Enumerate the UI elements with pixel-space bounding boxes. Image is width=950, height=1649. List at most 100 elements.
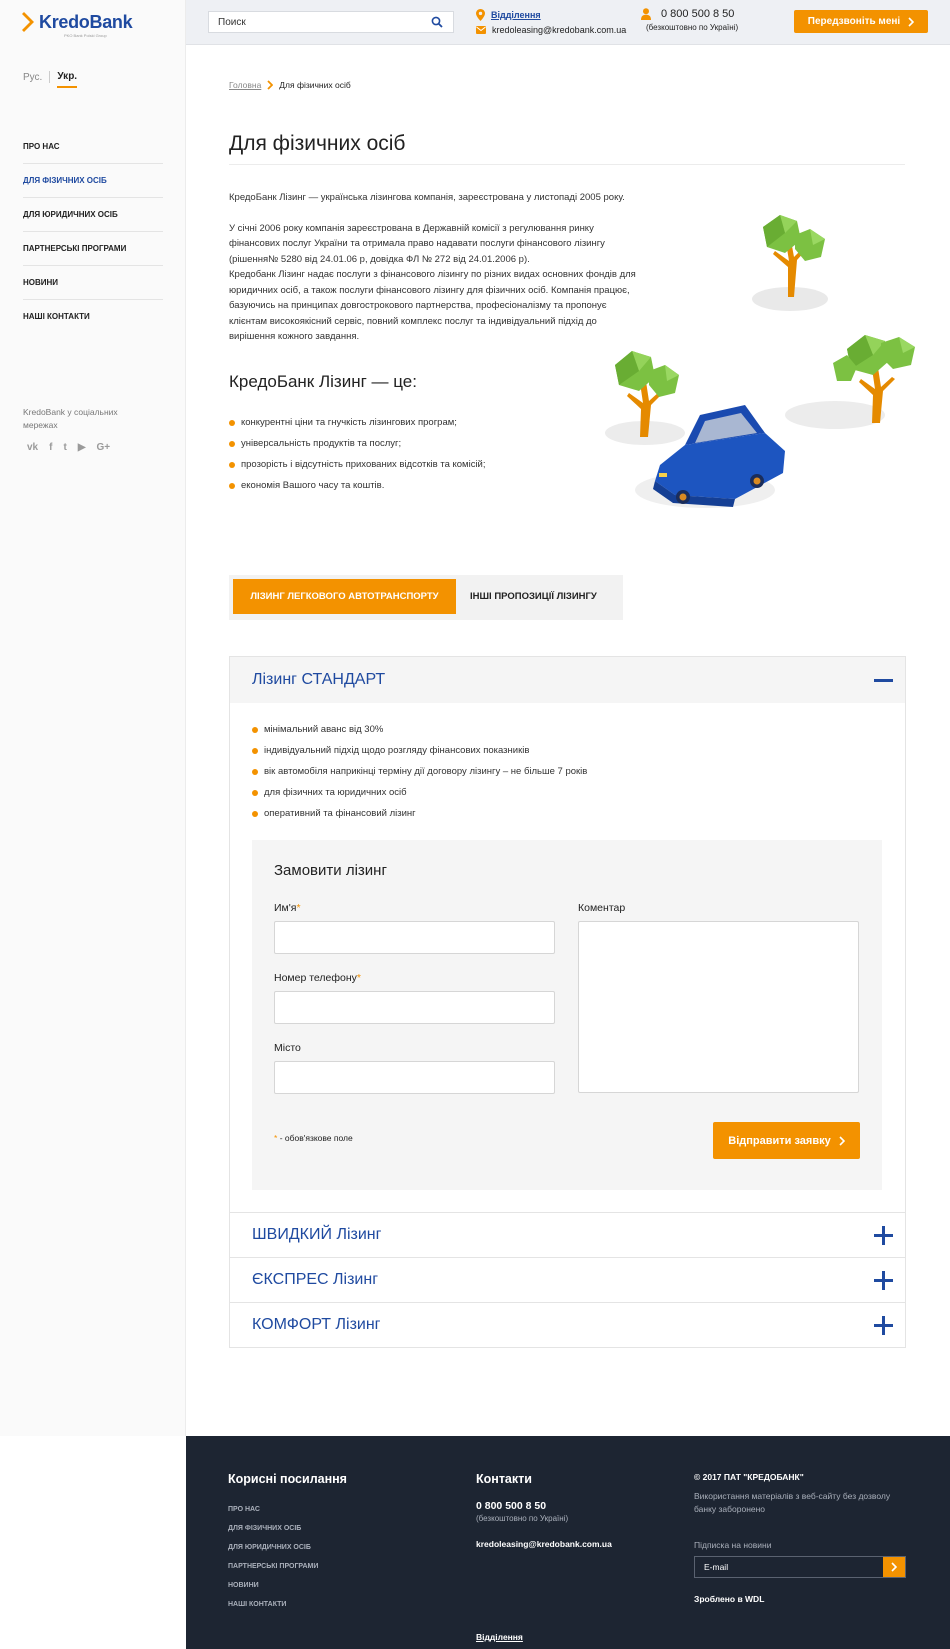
language-switcher: Рус. Укр.	[23, 66, 78, 88]
vk-icon[interactable]: vk	[27, 442, 38, 453]
footer-branches-link[interactable]: Відділення	[476, 1632, 523, 1642]
name-field[interactable]	[274, 921, 555, 954]
benefit-text: економія Вашого часу та коштів.	[241, 480, 385, 491]
accordion-header-fast[interactable]: ШВИДКИЙ Лізинг	[230, 1212, 905, 1257]
expand-icon[interactable]	[874, 1226, 893, 1245]
footer-link[interactable]: ПАРТНЕРСЬКІ ПРОГРАМИ	[228, 1557, 347, 1576]
list-item: оперативний та фінансовий лізинг	[252, 803, 883, 824]
bullet-icon	[252, 789, 258, 796]
bullet-icon	[252, 747, 258, 754]
header-phone-note: (безкоштовно по Україні)	[646, 23, 739, 32]
accordion-header-express[interactable]: ЄКСПРЕС Лізинг	[230, 1257, 905, 1302]
comment-label: Коментар	[578, 902, 626, 914]
social-links: vk f t ▶ G+	[27, 442, 110, 453]
subscribe-email-input[interactable]	[695, 1557, 883, 1577]
intro-paragraph-3: Кредобанк Лізинг надає послуги з фінансо…	[229, 269, 636, 342]
subscribe-label: Підписка на новини	[694, 1540, 772, 1550]
search-box	[208, 11, 454, 33]
footer-links: Корисні посилання ПРО НАС ДЛЯ ФІЗИЧНИХ О…	[228, 1472, 347, 1614]
subscribe-submit-button[interactable]	[883, 1557, 905, 1577]
submit-button[interactable]: Відправити заявку	[713, 1122, 860, 1159]
header-email[interactable]: kredoleasing@kredobank.com.ua	[492, 25, 626, 35]
facebook-icon[interactable]: f	[49, 442, 52, 453]
leasing-accordion: Лізинг СТАНДАРТ мінімальний аванс від 30…	[229, 656, 906, 1348]
expand-icon[interactable]	[874, 1316, 893, 1335]
breadcrumb: Головна Для фізичних осіб	[229, 80, 351, 90]
benefit-text: прозорість і відсутність прихованих відс…	[241, 459, 486, 470]
lang-uk[interactable]: Укр.	[57, 71, 78, 88]
collapse-icon[interactable]	[874, 679, 893, 682]
sidebar-item-news[interactable]: НОВИНИ	[23, 266, 163, 300]
sidebar-item-legal-entities[interactable]: ДЛЯ ЮРИДИЧНИХ ОСІБ	[23, 198, 163, 232]
list-item: економія Вашого часу та коштів.	[229, 475, 486, 496]
social-caption: KredoBank у соціальних мережах	[23, 407, 118, 430]
phone-label: Номер телефону*	[274, 972, 361, 984]
header-contacts: Відділення kredoleasing@kredobank.com.ua	[476, 7, 626, 37]
benefit-text: конкурентні ціни та гнучкість лізингових…	[241, 417, 457, 428]
sidebar: KredoBank PKO Bank Polski Group Рус. Укр…	[0, 0, 186, 1436]
callback-button[interactable]: Передзвоніть мені	[794, 10, 928, 33]
subscribe-form	[694, 1556, 906, 1578]
footer-phone[interactable]: 0 800 500 8 50	[476, 1500, 612, 1512]
footer-phone-note: (безкоштовно по Україні)	[476, 1514, 569, 1523]
list-item: мінімальний аванс від 30%	[252, 719, 883, 740]
footer-contacts-title: Контакти	[476, 1472, 532, 1486]
twitter-icon[interactable]: t	[63, 442, 66, 453]
chevron-right-icon	[267, 80, 274, 90]
sidebar-item-partner-programs[interactable]: ПАРТНЕРСЬКІ ПРОГРАМИ	[23, 232, 163, 266]
comment-textarea[interactable]	[578, 921, 859, 1093]
sidebar-nav: ПРО НАС ДЛЯ ФІЗИЧНИХ ОСІБ ДЛЯ ЮРИДИЧНИХ …	[23, 130, 163, 334]
top-header: Відділення kredoleasing@kredobank.com.ua…	[186, 0, 950, 45]
name-label: Им'я*	[274, 902, 301, 914]
footer-link[interactable]: ПРО НАС	[228, 1500, 347, 1519]
kredobank-logo[interactable]: KredoBank PKO Bank Polski Group	[22, 12, 133, 38]
submit-label: Відправити заявку	[728, 1134, 831, 1147]
branches-link[interactable]: Відділення	[491, 10, 541, 20]
location-pin-icon	[476, 8, 485, 21]
required-note-text: - обов'язкове поле	[279, 1133, 353, 1143]
bullet-icon	[229, 461, 235, 468]
sidebar-item-about[interactable]: ПРО НАС	[23, 130, 163, 164]
footer-email[interactable]: kredoleasing@kredobank.com.ua	[476, 1539, 612, 1549]
lang-divider	[49, 71, 51, 83]
phone-label-text: Номер телефону	[274, 972, 357, 984]
chevron-right-icon	[891, 1562, 897, 1572]
accordion-header-standard[interactable]: Лізинг СТАНДАРТ	[230, 657, 905, 703]
features-list: мінімальний аванс від 30% індивідуальний…	[252, 719, 883, 824]
header-phone[interactable]: 0 800 500 8 50	[661, 8, 738, 20]
feature-text: вік автомобіля наприкінці терміну дії до…	[264, 766, 588, 777]
sidebar-item-individuals[interactable]: ДЛЯ ФІЗИЧНИХ ОСІБ	[23, 164, 163, 198]
breadcrumb-home[interactable]: Головна	[229, 80, 261, 90]
leasing-order-form: Замовити лізинг Им'я* Номер телефону* Мі…	[252, 840, 882, 1190]
footer-link[interactable]: НАШІ КОНТАКТИ	[228, 1595, 347, 1614]
sidebar-item-contacts[interactable]: НАШІ КОНТАКТИ	[23, 300, 163, 334]
list-item: конкурентні ціни та гнучкість лізингових…	[229, 412, 486, 433]
benefits-heading: КредоБанк Лізинг — це:	[229, 372, 417, 391]
bullet-icon	[252, 810, 258, 817]
feature-text: індивідуальний підхід щодо розгляду фіна…	[264, 745, 530, 756]
footer-link[interactable]: ДЛЯ ФІЗИЧНИХ ОСІБ	[228, 1519, 347, 1538]
search-icon[interactable]	[431, 16, 443, 28]
phone-field[interactable]	[274, 991, 555, 1024]
usage-note: Використання матеріалів з веб-сайту без …	[694, 1491, 891, 1514]
accordion-title: ШВИДКИЙ Лізинг	[252, 1226, 382, 1243]
youtube-icon[interactable]: ▶	[78, 442, 86, 453]
breadcrumb-current: Для фізичних осіб	[279, 80, 351, 90]
search-input[interactable]	[209, 12, 419, 32]
footer: Корисні посилання ПРО НАС ДЛЯ ФІЗИЧНИХ О…	[186, 1436, 950, 1649]
city-field[interactable]	[274, 1061, 555, 1094]
footer-link[interactable]: ДЛЯ ЮРИДИЧНИХ ОСІБ	[228, 1538, 347, 1557]
accordion-header-comfort[interactable]: КОМФОРТ Лізинг	[230, 1302, 905, 1347]
footer-link[interactable]: НОВИНИ	[228, 1576, 347, 1595]
footer-contacts: Контакти 0 800 500 8 50 (безкоштовно по …	[476, 1472, 612, 1642]
name-label-text: Им'я	[274, 902, 297, 914]
tab-other-offers[interactable]: ІНШІ ПРОПОЗИЦІЇ ЛІЗИНГУ	[470, 579, 597, 614]
made-by[interactable]: Зроблено в WDL	[694, 1594, 914, 1604]
expand-icon[interactable]	[874, 1271, 893, 1290]
list-item: індивідуальний підхід щодо розгляду фіна…	[252, 740, 883, 761]
googleplus-icon[interactable]: G+	[97, 442, 111, 453]
feature-text: для фізичних та юридичних осіб	[264, 787, 407, 798]
lang-ru[interactable]: Рус.	[23, 72, 42, 83]
operator-icon	[641, 8, 651, 20]
tab-car-leasing[interactable]: ЛІЗИНГ ЛЕГКОВОГО АВТОТРАНСПОРТУ	[233, 579, 456, 614]
